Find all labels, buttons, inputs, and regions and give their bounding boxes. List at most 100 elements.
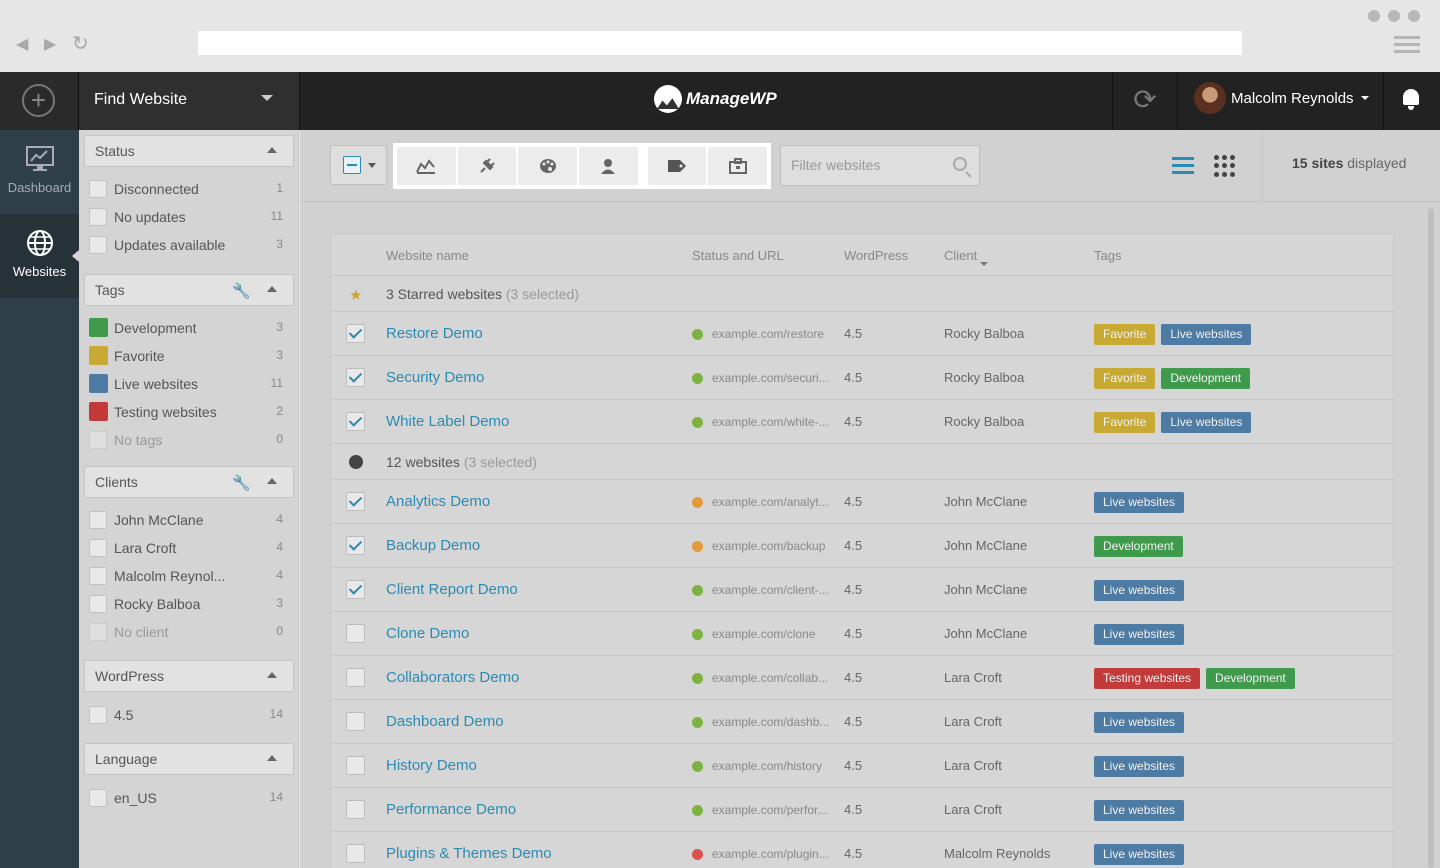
site-name-link[interactable]: Security Demo bbox=[386, 369, 484, 386]
work-action-button[interactable] bbox=[708, 147, 768, 185]
filter-row-en-us[interactable]: en_US 14 bbox=[89, 787, 289, 809]
tag-badge[interactable]: Live websites bbox=[1094, 492, 1185, 513]
back-icon[interactable]: ◀ bbox=[16, 34, 28, 54]
tag-badge[interactable]: Development bbox=[1161, 368, 1251, 389]
clients-filter-header[interactable]: Clients 🔧 bbox=[84, 466, 294, 498]
row-checkbox[interactable] bbox=[346, 536, 365, 555]
tag-swatch[interactable] bbox=[89, 402, 108, 421]
checkbox[interactable] bbox=[89, 208, 107, 226]
list-view-icon[interactable] bbox=[1172, 157, 1194, 175]
select-all-dropdown[interactable] bbox=[330, 145, 387, 185]
filter-row-rocky-balboa[interactable]: Rocky Balboa 3 bbox=[89, 593, 289, 615]
tag-action-button[interactable] bbox=[647, 147, 707, 185]
tag-badge[interactable]: Live websites bbox=[1094, 844, 1185, 865]
table-row[interactable]: Dashboard Demo example.com/dashb... 4.5 Lar… bbox=[331, 700, 1395, 744]
row-checkbox[interactable] bbox=[346, 368, 365, 387]
site-name-link[interactable]: Restore Demo bbox=[386, 325, 483, 342]
grid-view-icon[interactable] bbox=[1214, 155, 1236, 177]
filter-row-no-client[interactable]: No client 0 bbox=[89, 621, 289, 643]
tag-badge[interactable]: Live websites bbox=[1094, 800, 1185, 821]
site-url[interactable]: example.com/history bbox=[712, 759, 836, 773]
forward-icon[interactable]: ▶ bbox=[44, 34, 56, 54]
tag-badge[interactable]: Favorite bbox=[1094, 368, 1156, 389]
site-name-link[interactable]: Dashboard Demo bbox=[386, 713, 504, 730]
tag-badge[interactable]: Live websites bbox=[1094, 580, 1185, 601]
site-url[interactable]: example.com/analyt... bbox=[712, 495, 836, 509]
checkbox[interactable] bbox=[89, 567, 107, 585]
site-name-link[interactable]: Analytics Demo bbox=[386, 493, 490, 510]
tag-badge[interactable]: Live websites bbox=[1094, 624, 1185, 645]
tags-filter-header[interactable]: Tags 🔧 bbox=[84, 274, 294, 306]
tag-swatch[interactable] bbox=[89, 374, 108, 393]
row-checkbox[interactable] bbox=[346, 668, 365, 687]
chevron-up-icon[interactable] bbox=[267, 478, 277, 484]
table-row[interactable]: Security Demo example.com/securi... 4.5 Roc… bbox=[331, 356, 1395, 400]
table-row[interactable]: Performance Demo example.com/perfor... 4.5… bbox=[331, 788, 1395, 832]
site-url[interactable]: example.com/perfor... bbox=[712, 803, 836, 817]
site-name-link[interactable]: Client Report Demo bbox=[386, 581, 518, 598]
table-row[interactable]: Restore Demo example.com/restore 4.5 Rocky … bbox=[331, 312, 1395, 356]
table-row[interactable]: Plugins & Themes Demo example.com/plugin.… bbox=[331, 832, 1395, 868]
filter-row-no-tags[interactable]: No tags 0 bbox=[89, 429, 289, 451]
filter-row-malcolm-reynolds[interactable]: Malcolm Reynol... 4 bbox=[89, 565, 289, 587]
bell-icon[interactable] bbox=[1384, 72, 1440, 130]
row-checkbox[interactable] bbox=[346, 624, 365, 643]
site-url[interactable]: example.com/plugin... bbox=[712, 847, 836, 861]
rail-item-websites[interactable]: Websites bbox=[0, 214, 79, 298]
search-icon[interactable] bbox=[953, 157, 967, 171]
site-name-link[interactable]: Collaborators Demo bbox=[386, 669, 519, 686]
col-wordpress[interactable]: WordPress bbox=[844, 248, 908, 263]
checkbox[interactable] bbox=[89, 236, 107, 254]
row-checkbox[interactable] bbox=[346, 324, 365, 343]
col-tags[interactable]: Tags bbox=[1094, 248, 1121, 263]
tag-badge[interactable]: Testing websites bbox=[1094, 668, 1201, 689]
row-checkbox[interactable] bbox=[346, 844, 365, 863]
filter-row-wp-4-5[interactable]: 4.5 14 bbox=[89, 704, 289, 726]
filter-websites-input[interactable] bbox=[791, 157, 941, 173]
tag-badge[interactable]: Development bbox=[1094, 536, 1183, 557]
site-url[interactable]: example.com/clone bbox=[712, 627, 836, 641]
checkbox[interactable] bbox=[89, 789, 107, 807]
site-name-link[interactable]: White Label Demo bbox=[386, 413, 509, 430]
site-url[interactable]: example.com/securi... bbox=[712, 371, 836, 385]
status-filter-header[interactable]: Status bbox=[84, 135, 294, 167]
themes-action-button[interactable] bbox=[518, 147, 578, 185]
filter-row-live-websites[interactable]: Live websites 11 bbox=[89, 373, 289, 395]
tag-badge[interactable]: Live websites bbox=[1161, 324, 1252, 345]
site-name-link[interactable]: Clone Demo bbox=[386, 625, 469, 642]
table-row[interactable]: Clone Demo example.com/clone 4.5 John McCla… bbox=[331, 612, 1395, 656]
tag-badge[interactable]: Favorite bbox=[1094, 324, 1156, 345]
site-name-link[interactable]: Backup Demo bbox=[386, 537, 480, 554]
row-checkbox[interactable] bbox=[346, 492, 365, 511]
site-url[interactable]: example.com/white-... bbox=[712, 415, 836, 429]
filter-row-testing-websites[interactable]: Testing websites 2 bbox=[89, 401, 289, 423]
sync-icon[interactable]: ⟳ bbox=[1112, 72, 1178, 130]
analytics-action-button[interactable] bbox=[397, 147, 456, 185]
wrench-icon[interactable]: 🔧 bbox=[232, 474, 251, 492]
tag-badge[interactable]: Favorite bbox=[1094, 412, 1156, 433]
table-row[interactable]: White Label Demo example.com/white-... 4.5… bbox=[331, 400, 1395, 444]
table-row[interactable]: Client Report Demo example.com/client-...… bbox=[331, 568, 1395, 612]
tag-swatch[interactable] bbox=[89, 318, 108, 337]
site-url[interactable]: example.com/restore bbox=[712, 327, 836, 341]
checkbox[interactable] bbox=[89, 539, 107, 557]
checkbox[interactable] bbox=[89, 623, 107, 641]
filter-row-favorite[interactable]: Favorite 3 bbox=[89, 345, 289, 367]
browser-menu-icon[interactable] bbox=[1394, 36, 1420, 57]
row-checkbox[interactable] bbox=[346, 412, 365, 431]
site-name-link[interactable]: History Demo bbox=[386, 757, 477, 774]
col-client[interactable]: Client bbox=[944, 248, 989, 266]
chevron-up-icon[interactable] bbox=[267, 755, 277, 761]
site-name-link[interactable]: Performance Demo bbox=[386, 801, 516, 818]
language-filter-header[interactable]: Language bbox=[84, 743, 294, 775]
tag-badge[interactable]: Live websites bbox=[1094, 712, 1185, 733]
tag-badge[interactable]: Live websites bbox=[1094, 756, 1185, 777]
filter-row-development[interactable]: Development 3 bbox=[89, 317, 289, 339]
filter-row-john-mcclane[interactable]: John McClane 4 bbox=[89, 509, 289, 531]
checkbox[interactable] bbox=[89, 511, 107, 529]
checkbox-partial[interactable] bbox=[343, 156, 361, 174]
plugins-action-button[interactable] bbox=[457, 147, 517, 185]
site-url[interactable]: example.com/dashb... bbox=[712, 715, 836, 729]
wrench-icon[interactable]: 🔧 bbox=[232, 282, 251, 300]
col-website-name[interactable]: Website name bbox=[386, 248, 469, 263]
